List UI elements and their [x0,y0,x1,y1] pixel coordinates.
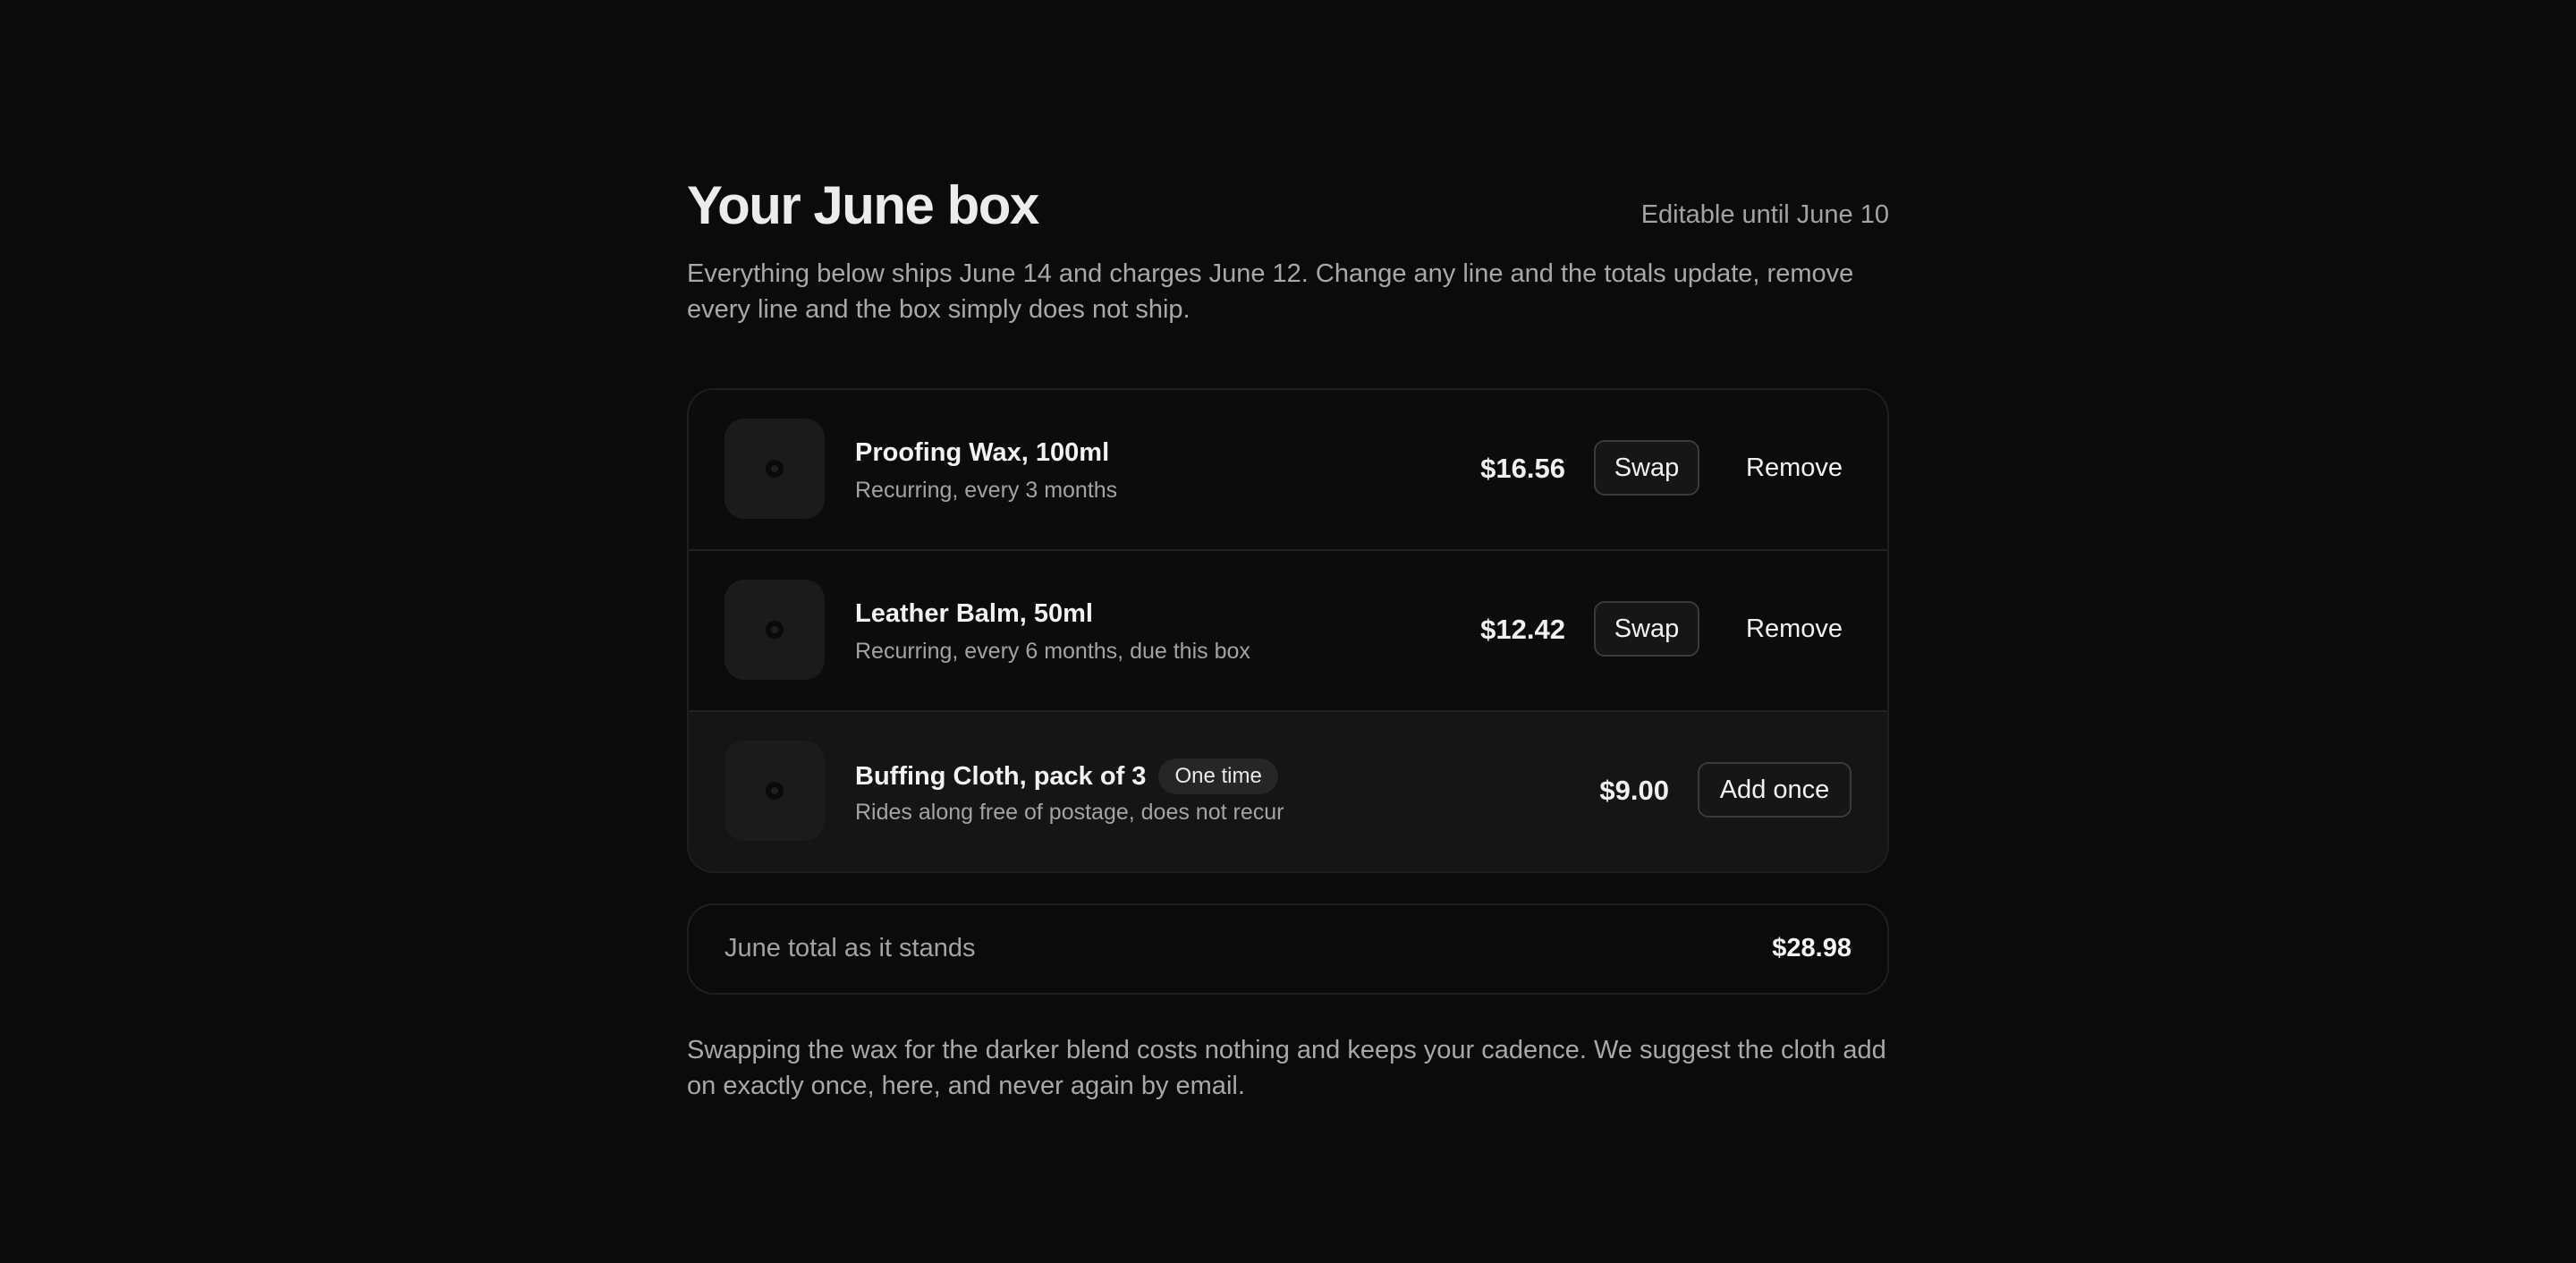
list-item-leather-balm: Leather Balm, 50ml Recurring, every 6 mo… [689,549,1887,710]
swap-button[interactable]: Swap [1594,601,1699,657]
one-time-badge: One time [1158,759,1278,794]
item-description: Rides along free of postage, does not re… [855,800,1284,825]
item-price: $9.00 [1599,775,1669,806]
item-name-text: Buffing Cloth, pack of 3 [855,762,1147,791]
product-thumbnail [724,419,825,519]
totals-value: $28.98 [1772,934,1852,962]
swap-button[interactable]: Swap [1594,440,1699,496]
product-thumbnail [724,741,825,841]
item-cadence: Recurring, every 6 months, due this box [855,639,1250,664]
add-once-button[interactable]: Add once [1698,762,1852,818]
product-thumbnail [724,580,825,680]
box-items-list: Proofing Wax, 100ml Recurring, every 3 m… [687,388,1889,873]
product-placeholder-icon [766,621,784,639]
remove-button[interactable]: Remove [1723,440,1866,496]
item-price: $16.56 [1480,453,1565,484]
totals-label: June total as it stands [724,934,976,962]
item-cadence: Recurring, every 3 months [855,478,1118,503]
page-title: Your June box [687,175,1039,235]
remove-button[interactable]: Remove [1723,601,1866,657]
item-name: Proofing Wax, 100ml [855,438,1110,467]
item-price: $12.42 [1480,614,1565,645]
product-placeholder-icon [766,782,784,800]
footer-note: Swapping the wax for the darker blend co… [687,1036,1886,1100]
box-page: Your June box Editable until June 10 Eve… [687,170,1889,1104]
totals-bar: June total as it stands $28.98 [687,903,1889,995]
list-item-buffing-cloth: Buffing Cloth, pack of 3 One time Rides a… [689,710,1887,871]
item-name: Leather Balm, 50ml [855,599,1093,628]
item-name: Buffing Cloth, pack of 3 One time [855,759,1278,794]
intro-text: Everything below ships June 14 and charg… [687,259,1854,324]
list-item-proofing-wax: Proofing Wax, 100ml Recurring, every 3 m… [689,390,1887,549]
page-header: Your June box Editable until June 10 [687,170,1889,242]
editable-until-note: Editable until June 10 [1640,200,1889,229]
product-placeholder-icon [766,460,784,478]
